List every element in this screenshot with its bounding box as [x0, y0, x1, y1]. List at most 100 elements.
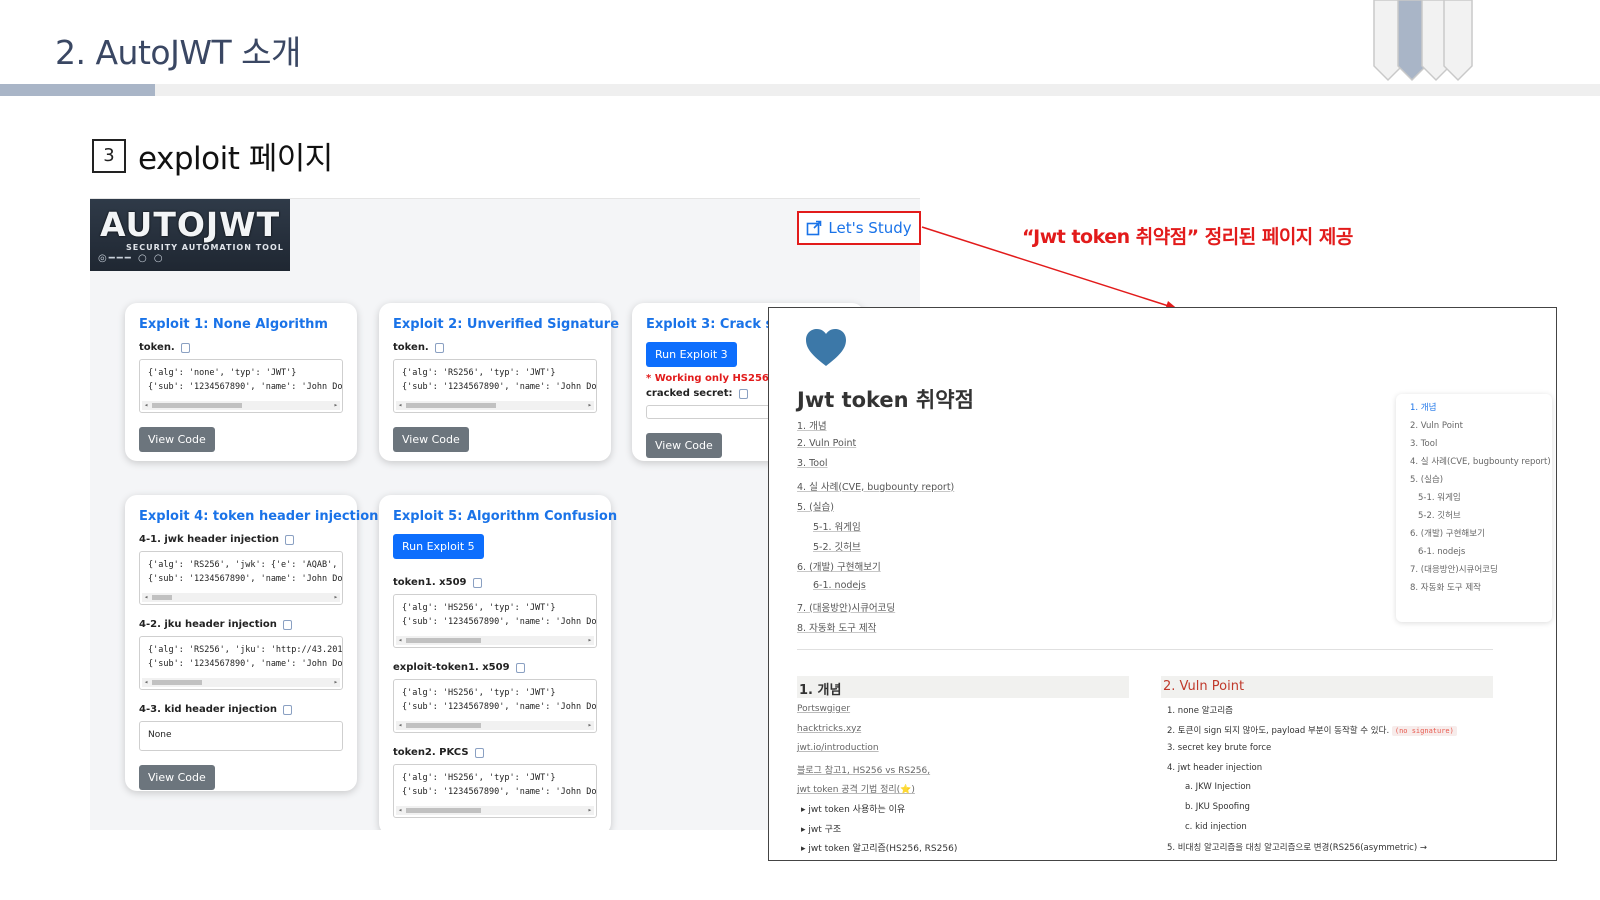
toc-item[interactable]: 1. 개념 — [797, 418, 954, 438]
card-title: Exploit 4: token header injection — [139, 509, 379, 524]
side-toc-item[interactable]: 5-2. 깃허브 — [1410, 510, 1552, 522]
side-toc-item[interactable]: 6-1. nodejs — [1410, 546, 1552, 558]
view-code-button[interactable]: View Code — [139, 427, 215, 452]
exploit-token1-output[interactable]: {'alg': 'HS256', 'typ': 'JWT'} {'sub': '… — [393, 679, 597, 733]
run-exploit-3-button[interactable]: Run Exploit 3 — [646, 342, 737, 367]
slide: 2. AutoJWT 소개 3 exploit 페이지 AUTOJWT SECU… — [0, 0, 1600, 900]
view-code-button[interactable]: View Code — [139, 765, 215, 790]
section-heading: 3 exploit 페이지 — [92, 133, 333, 178]
copy-icon[interactable] — [738, 388, 748, 399]
vuln-point-list: 1. none 알고리즘 2. 토큰이 sign 되지 않아도, payload… — [1167, 704, 1457, 860]
copy-icon[interactable] — [434, 342, 444, 353]
page-title: Jwt token 취약점 — [797, 388, 974, 412]
kid-token-output[interactable]: None — [139, 721, 343, 751]
token1-label: token1. x509 — [393, 577, 597, 588]
vuln-point-heading: 2. Vuln Point — [1161, 676, 1493, 698]
reference-link[interactable]: jwt.io/introduction — [797, 743, 957, 763]
card-title: Exploit 2: Unverified Signature — [393, 317, 620, 332]
external-link-icon — [807, 220, 822, 236]
horizontal-scrollbar[interactable]: ◂ ▸ — [396, 401, 594, 410]
list-item: b. JKU Spoofing — [1185, 801, 1250, 812]
toc-item[interactable]: 6. (개발) 구현해보기 — [797, 559, 954, 579]
horizontal-scrollbar[interactable]: ◂ ▸ — [396, 806, 594, 815]
view-code-button[interactable]: View Code — [393, 427, 469, 452]
toc-item[interactable]: 4. 실 사례(CVE, bugbounty report) — [797, 479, 954, 499]
token-output[interactable]: {'alg': 'none', 'typ': 'JWT'} {'sub': '1… — [139, 359, 343, 413]
toc-item[interactable]: 5-2. 깃허브 — [797, 539, 954, 559]
token-label: token. — [393, 342, 597, 353]
logo-text: AUTOJWT — [100, 205, 281, 244]
jwk-token-output[interactable]: {'alg': 'RS256', 'jwk': {'e': 'AQAB', {'… — [139, 551, 343, 605]
exploit-token1-label: exploit-token1. x509 — [393, 662, 597, 673]
concept-heading: 1. 개념 — [797, 676, 1129, 698]
toc-item[interactable]: 3. Tool — [797, 458, 954, 478]
list-item: a. JKW Injection — [1185, 782, 1251, 793]
reference-link[interactable]: jwt token 공격 기법 정리(⭐) — [797, 782, 957, 802]
exploit-card-5: Exploit 5: Algorithm Confusion Run Explo… — [379, 495, 617, 830]
exploit-card-4: Exploit 4: token header injection 4-1. j… — [125, 495, 379, 791]
logo-circuit-icon: ◎━━━ ○ ○ — [98, 253, 165, 264]
toc-item[interactable]: 5. (실습) — [797, 499, 954, 519]
token2-label: token2. PKCS — [393, 747, 597, 758]
lets-study-label: Let's Study — [828, 219, 912, 237]
reference-link[interactable]: hacktricks.xyz — [797, 724, 957, 744]
list-item: 5. 비대칭 알고리즘을 대칭 알고리즘으로 변경(RS256(asymmetr… — [1167, 843, 1427, 854]
title-underline — [0, 84, 1600, 96]
toggle-item[interactable]: ▸ jwt token 사용하는 이유 — [797, 802, 957, 822]
horizontal-scrollbar[interactable]: ◂ ▸ — [142, 678, 340, 687]
horizontal-scrollbar[interactable]: ◂ ▸ — [142, 401, 340, 410]
title-underline-accent — [0, 84, 155, 96]
toggle-item[interactable]: ▸ jwt 구조 — [797, 822, 957, 842]
side-toc-item[interactable]: 8. 자동화 도구 제작 — [1410, 582, 1552, 594]
jwk-label: 4-1. jwk header injection — [139, 534, 343, 545]
annotation-caption: “Jwt token 취약점” 정리된 페이지 제공 — [1022, 226, 1353, 248]
list-item: c. kid injection — [1185, 821, 1247, 832]
token2-output[interactable]: {'alg': 'HS256', 'typ': 'JWT'} {'sub': '… — [393, 764, 597, 818]
logo-subtitle: SECURITY AUTOMATION TOOL — [126, 243, 284, 252]
toc-item[interactable]: 8. 자동화 도구 제작 — [797, 620, 954, 640]
list-item: 1. none 알고리즘 — [1167, 706, 1233, 716]
toggle-item[interactable]: ▸ jwt token 알고리즘(HS256, RS256) — [797, 841, 957, 860]
side-toc-item[interactable]: 2. Vuln Point — [1410, 420, 1552, 432]
view-code-button[interactable]: View Code — [646, 433, 722, 458]
copy-icon[interactable] — [285, 534, 295, 545]
horizontal-scrollbar[interactable]: ◂ ▸ — [396, 636, 594, 645]
side-toc-item[interactable]: 5-1. 워게임 — [1410, 492, 1552, 504]
reference-link[interactable]: Portswgiger — [797, 704, 957, 724]
side-toc-item[interactable]: 6. (개발) 구현해보기 — [1410, 528, 1552, 540]
horizontal-scrollbar[interactable]: ◂ ▸ — [396, 721, 594, 730]
copy-icon[interactable] — [515, 662, 525, 673]
toc-item[interactable]: 7. (대응방안)시큐어코딩 — [797, 600, 954, 620]
side-toc-item[interactable]: 3. Tool — [1410, 438, 1552, 450]
autojwt-logo: AUTOJWT SECURITY AUTOMATION TOOL ◎━━━ ○ … — [90, 199, 290, 271]
copy-icon[interactable] — [282, 619, 292, 630]
ribbon-decoration — [1373, 0, 1473, 82]
run-exploit-5-button[interactable]: Run Exploit 5 — [393, 534, 484, 559]
toc-item[interactable]: 6-1. nodejs — [797, 580, 954, 600]
section-number: 3 — [92, 138, 126, 173]
side-toc-item[interactable]: 1. 개념 — [1410, 402, 1552, 414]
jku-token-output[interactable]: {'alg': 'RS256', 'jku': 'http://43.201 {… — [139, 636, 343, 690]
token1-output[interactable]: {'alg': 'HS256', 'typ': 'JWT'} {'sub': '… — [393, 594, 597, 648]
side-toc-item[interactable]: 7. (대응방안)시큐어코딩 — [1410, 564, 1552, 576]
lets-study-link[interactable]: Let's Study — [797, 211, 921, 245]
section-title: exploit 페이지 — [138, 141, 333, 177]
floating-toc: 1. 개념 2. Vuln Point 3. Tool 4. 실 사례(CVE,… — [1396, 394, 1552, 622]
toc-item[interactable]: 5-1. 워게임 — [797, 519, 954, 539]
list-item: 4. jwt header injection — [1167, 762, 1263, 773]
table-of-contents: 1. 개념 2. Vuln Point 3. Tool 4. 실 사례(CVE,… — [797, 418, 954, 640]
reference-link[interactable]: 블로그 참고1, HS256 vs RS256, — [797, 763, 957, 783]
copy-icon[interactable] — [180, 342, 190, 353]
side-toc-item[interactable]: 5. (실습) — [1410, 474, 1552, 486]
copy-icon[interactable] — [472, 577, 482, 588]
list-item: 2. 토큰이 sign 되지 않아도, payload 부분이 동작할 수 있다… — [1167, 724, 1457, 744]
side-toc-item[interactable]: 4. 실 사례(CVE, bugbounty report) — [1410, 456, 1552, 468]
copy-icon[interactable] — [474, 747, 484, 758]
toc-item[interactable]: 2. Vuln Point — [797, 438, 954, 458]
jku-label: 4-2. jku header injection — [139, 619, 343, 630]
exploit-card-2: Exploit 2: Unverified Signature token. {… — [379, 303, 620, 461]
copy-icon[interactable] — [282, 704, 292, 715]
horizontal-scrollbar[interactable]: ◂ ▸ — [142, 593, 340, 602]
kid-label: 4-3. kid header injection — [139, 704, 343, 715]
token-output[interactable]: {'alg': 'RS256', 'typ': 'JWT'} {'sub': '… — [393, 359, 597, 413]
